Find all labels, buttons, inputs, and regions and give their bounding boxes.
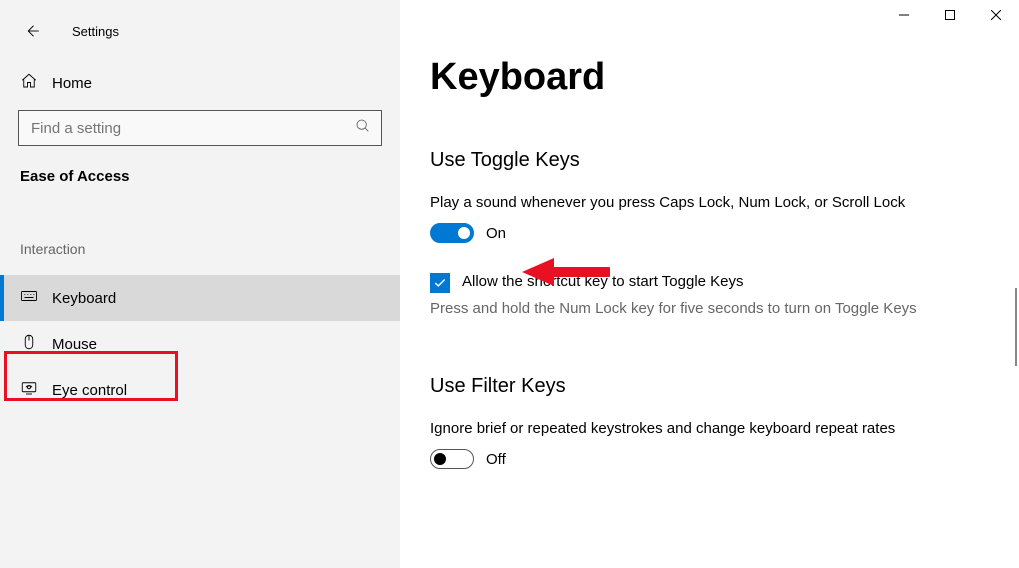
window-controls xyxy=(881,0,1019,30)
home-icon xyxy=(20,72,38,94)
window-title: Settings xyxy=(72,24,119,39)
sidebar-item-keyboard[interactable]: Keyboard xyxy=(0,275,400,321)
sidebar-section-header: Ease of Access xyxy=(0,164,400,215)
close-button[interactable] xyxy=(973,0,1019,30)
home-link[interactable]: Home xyxy=(0,64,400,102)
toggle-keys-description: Play a sound whenever you press Caps Loc… xyxy=(430,194,1003,211)
page-title: Keyboard xyxy=(430,56,1003,99)
toggle-keys-shortcut-label: Allow the shortcut key to start Toggle K… xyxy=(462,273,744,290)
filter-keys-switch[interactable] xyxy=(430,449,474,469)
mouse-icon xyxy=(20,333,38,355)
toggle-keys-state-label: On xyxy=(486,225,506,242)
sidebar-header: Settings xyxy=(0,10,400,64)
sidebar-item-label: Mouse xyxy=(52,336,97,353)
search-container xyxy=(18,110,382,146)
search-box[interactable] xyxy=(18,110,382,146)
filter-keys-heading: Use Filter Keys xyxy=(430,375,1003,398)
filter-keys-state-label: Off xyxy=(486,451,506,468)
filter-keys-switch-row: Off xyxy=(430,449,1003,469)
keyboard-icon xyxy=(20,287,38,309)
toggle-keys-switch-row: On xyxy=(430,223,1003,243)
eye-control-icon xyxy=(20,379,38,401)
scrollbar-thumb[interactable] xyxy=(1015,288,1017,366)
main-content: Keyboard Use Toggle Keys Play a sound wh… xyxy=(400,0,1019,568)
home-label: Home xyxy=(52,75,92,92)
toggle-keys-switch[interactable] xyxy=(430,223,474,243)
search-icon xyxy=(355,118,371,138)
sidebar-item-eye-control[interactable]: Eye control xyxy=(0,367,400,413)
sidebar-item-label: Keyboard xyxy=(52,290,116,307)
sidebar-group-header: Interaction xyxy=(0,215,400,275)
toggle-knob xyxy=(458,227,470,239)
sidebar-item-mouse[interactable]: Mouse xyxy=(0,321,400,367)
back-button[interactable] xyxy=(12,16,52,46)
maximize-button[interactable] xyxy=(927,0,973,30)
toggle-keys-shortcut-row: Allow the shortcut key to start Toggle K… xyxy=(430,273,1003,293)
toggle-knob xyxy=(434,453,446,465)
toggle-keys-shortcut-checkbox[interactable] xyxy=(430,273,450,293)
toggle-keys-heading: Use Toggle Keys xyxy=(430,149,1003,172)
sidebar-item-label: Eye control xyxy=(52,382,127,399)
app-root: Settings Home Ease of Access Interaction… xyxy=(0,0,1019,568)
minimize-button[interactable] xyxy=(881,0,927,30)
sidebar: Settings Home Ease of Access Interaction… xyxy=(0,0,400,568)
search-input[interactable] xyxy=(29,119,355,138)
toggle-keys-shortcut-hint: Press and hold the Num Lock key for five… xyxy=(430,299,970,319)
filter-keys-description: Ignore brief or repeated keystrokes and … xyxy=(430,420,1003,437)
